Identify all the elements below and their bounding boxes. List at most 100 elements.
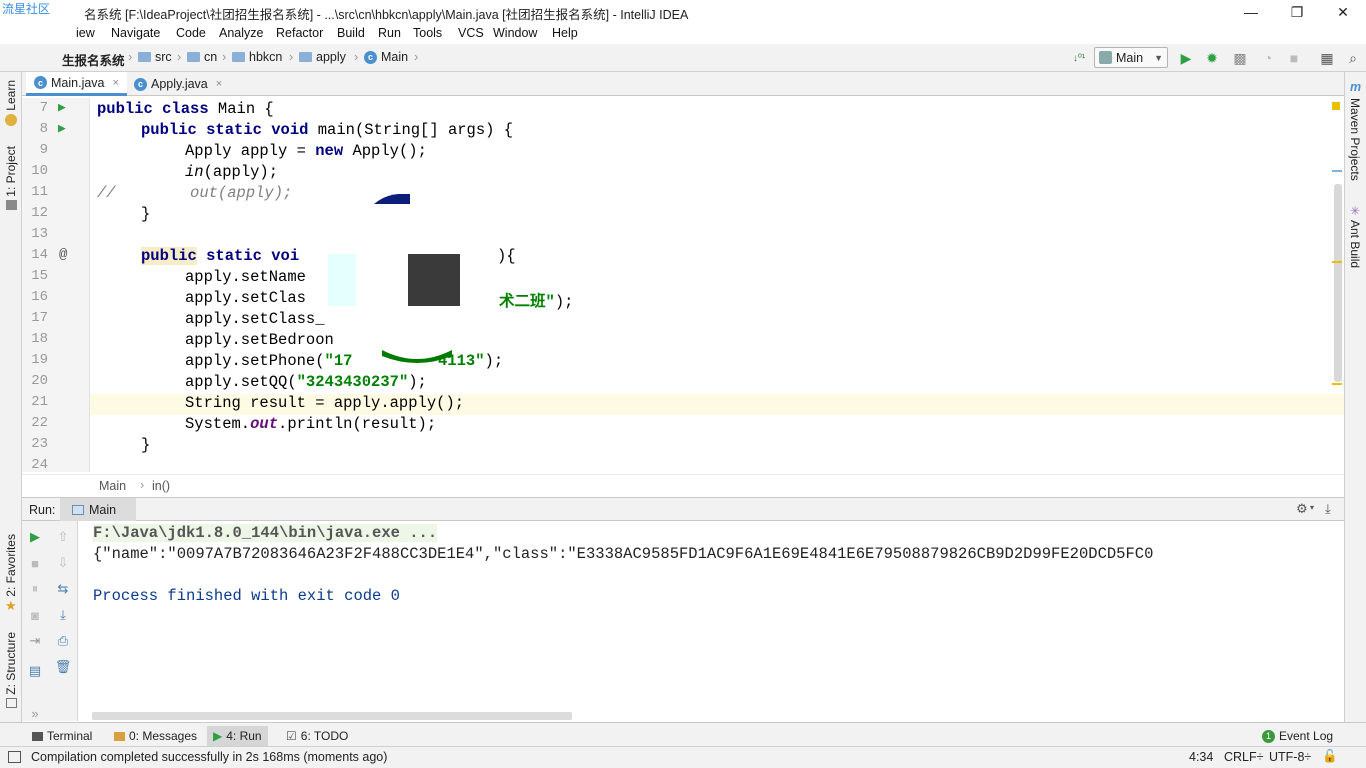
run-tab-main[interactable]: Main [60,498,136,521]
minimize-button[interactable]: — [1228,0,1274,24]
line-number: 19 [31,352,48,368]
tab-terminal[interactable]: Terminal [26,726,98,746]
project-icon [6,200,17,210]
breadcrumb-hbkcn[interactable]: hbkcn [232,50,282,64]
menu-refactor[interactable]: Refactor [276,26,323,40]
code-line-20: apply.setQQ("3243430237"); [185,373,427,391]
menu-tools[interactable]: Tools [413,26,442,40]
profile-icon[interactable]: ◔ [1259,49,1277,67]
rerun-icon[interactable]: ▶ [27,529,43,545]
console-horizontal-scrollbar[interactable] [92,712,572,720]
hide-panel-icon[interactable]: ⤓ [1325,501,1331,517]
code-text: apply.setQQ( [185,373,297,391]
close-button[interactable]: ✕ [1320,0,1366,24]
menu-view[interactable]: iew [76,26,95,40]
run-configuration-select[interactable]: Main ▼ [1094,47,1168,68]
gear-icon[interactable]: ⚙ [1296,501,1308,517]
camera-icon[interactable]: ◙ [27,607,43,623]
tab-main-java[interactable]: c Main.java × [26,72,127,96]
learn-tool-button[interactable]: Learn [4,80,18,111]
tab-label: 6: TODO [300,729,349,743]
line-number: 9 [39,142,48,158]
chevron-down-icon[interactable]: ▾ [1310,503,1314,512]
up-arrow-icon[interactable]: ⇧ [55,529,71,545]
search-icon[interactable]: ⌕ [1344,49,1362,67]
ant-build-tool-button[interactable]: Ant Build [1348,220,1362,268]
scroll-to-end-icon[interactable]: ⤓ [55,607,71,623]
breadcrumb-label: Main [381,50,409,64]
sort-icon[interactable]: ↓⁰¹ [1070,49,1088,67]
close-tab-icon[interactable]: × [113,77,119,89]
run-method-icon[interactable]: ▶ [58,121,66,136]
code-text: ); [408,373,427,391]
restore-button[interactable]: ❐ [1274,0,1320,24]
menu-vcs[interactable]: VCS [458,26,484,40]
breadcrumb-method[interactable]: in() [152,479,170,493]
tab-apply-java[interactable]: c Apply.java × [126,72,230,96]
left-tool-strip: Learn 1: Project 2: Favorites ★ Z: Struc… [0,72,22,722]
breadcrumb-main[interactable]: c Main [364,50,408,64]
trash-icon[interactable]: 🗑 [55,659,72,675]
tab-messages[interactable]: 0: Messages [108,726,203,746]
breadcrumb-project[interactable]: 生报名系统 [62,50,125,69]
pause-icon[interactable]: ⏸ [27,581,43,597]
tab-event-log[interactable]: 1 Event Log [1256,726,1339,746]
chevron-right-icon: › [222,49,227,64]
run-class-icon[interactable]: ▶ [58,100,66,115]
keyword: public static void [141,121,318,139]
change-marker [1332,170,1342,172]
folder-icon [299,52,312,62]
line-number: 7 [39,100,48,116]
line-separator[interactable]: CRLF÷ [1224,750,1264,764]
caret-position[interactable]: 4:34 [1189,750,1213,764]
structure-tool-button[interactable]: Z: Structure [4,632,18,695]
code-line-21: String result = apply.apply(); [185,394,465,412]
lock-icon[interactable]: 🔓 [1322,749,1338,764]
print-icon[interactable]: ⎙ [55,633,71,649]
menu-code[interactable]: Code [176,26,206,40]
tab-run[interactable]: ▶ 4: Run [207,726,268,746]
down-arrow-icon[interactable]: ⇩ [55,555,71,571]
code-text: .println(result); [278,415,437,433]
run-icon[interactable]: ▶ [1177,49,1195,67]
file-encoding[interactable]: UTF-8÷ [1269,750,1311,764]
tab-todo[interactable]: ☑ 6: TODO [280,726,354,746]
layout-icon[interactable]: ▤ [27,663,43,679]
tool-windows-icon[interactable] [8,751,21,763]
line-number: 14 [31,247,48,263]
stop-icon[interactable]: ■ [1285,49,1303,67]
breadcrumb-src[interactable]: src [138,50,172,64]
breadcrumb-class[interactable]: Main [99,479,126,493]
breadcrumb-label: cn [204,50,218,64]
coverage-icon[interactable]: ▩ [1231,49,1249,67]
breadcrumb-cn[interactable]: cn [187,50,217,64]
navigation-bar: 生报名系统 › src › cn › hbkcn › apply › c Main… [0,44,1366,72]
console-output[interactable]: F:\Java\jdk1.8.0_144\bin\java.exe ... {"… [78,521,1344,721]
code-text: ); [554,293,574,311]
soft-wrap-icon[interactable]: ⇆ [55,581,71,597]
status-message: Compilation completed successfully in 2s… [31,750,388,764]
favorites-tool-button[interactable]: 2: Favorites [4,534,18,597]
menu-window[interactable]: Window [493,26,537,40]
editor-scrollbar[interactable] [1334,184,1342,382]
login-icon[interactable]: ⇥ [27,633,43,649]
code-editor[interactable]: 7 8 9 10 11 12 13 14 15 16 17 18 19 20 2… [22,98,1344,473]
more-icon[interactable]: » [27,705,43,721]
menu-run[interactable]: Run [378,26,401,40]
code-line-15: apply.setName [185,268,306,286]
warning-marker[interactable] [1332,102,1340,110]
project-structure-icon[interactable]: ▦ [1318,49,1336,67]
maven-tool-button[interactable]: Maven Projects [1348,98,1362,181]
green-overlay-shape [382,350,452,363]
menu-navigate[interactable]: Navigate [111,26,160,40]
project-tool-button[interactable]: 1: Project [4,146,18,197]
stop-icon[interactable]: ■ [27,555,43,571]
menu-build[interactable]: Build [337,26,365,40]
close-tab-icon[interactable]: × [216,78,222,90]
menu-help[interactable]: Help [552,26,578,40]
line-number: 22 [31,415,48,431]
debug-icon[interactable]: ✹ [1203,49,1221,67]
run-configuration-label: Main [1116,50,1144,65]
breadcrumb-apply[interactable]: apply [299,50,346,64]
menu-analyze[interactable]: Analyze [219,26,263,40]
